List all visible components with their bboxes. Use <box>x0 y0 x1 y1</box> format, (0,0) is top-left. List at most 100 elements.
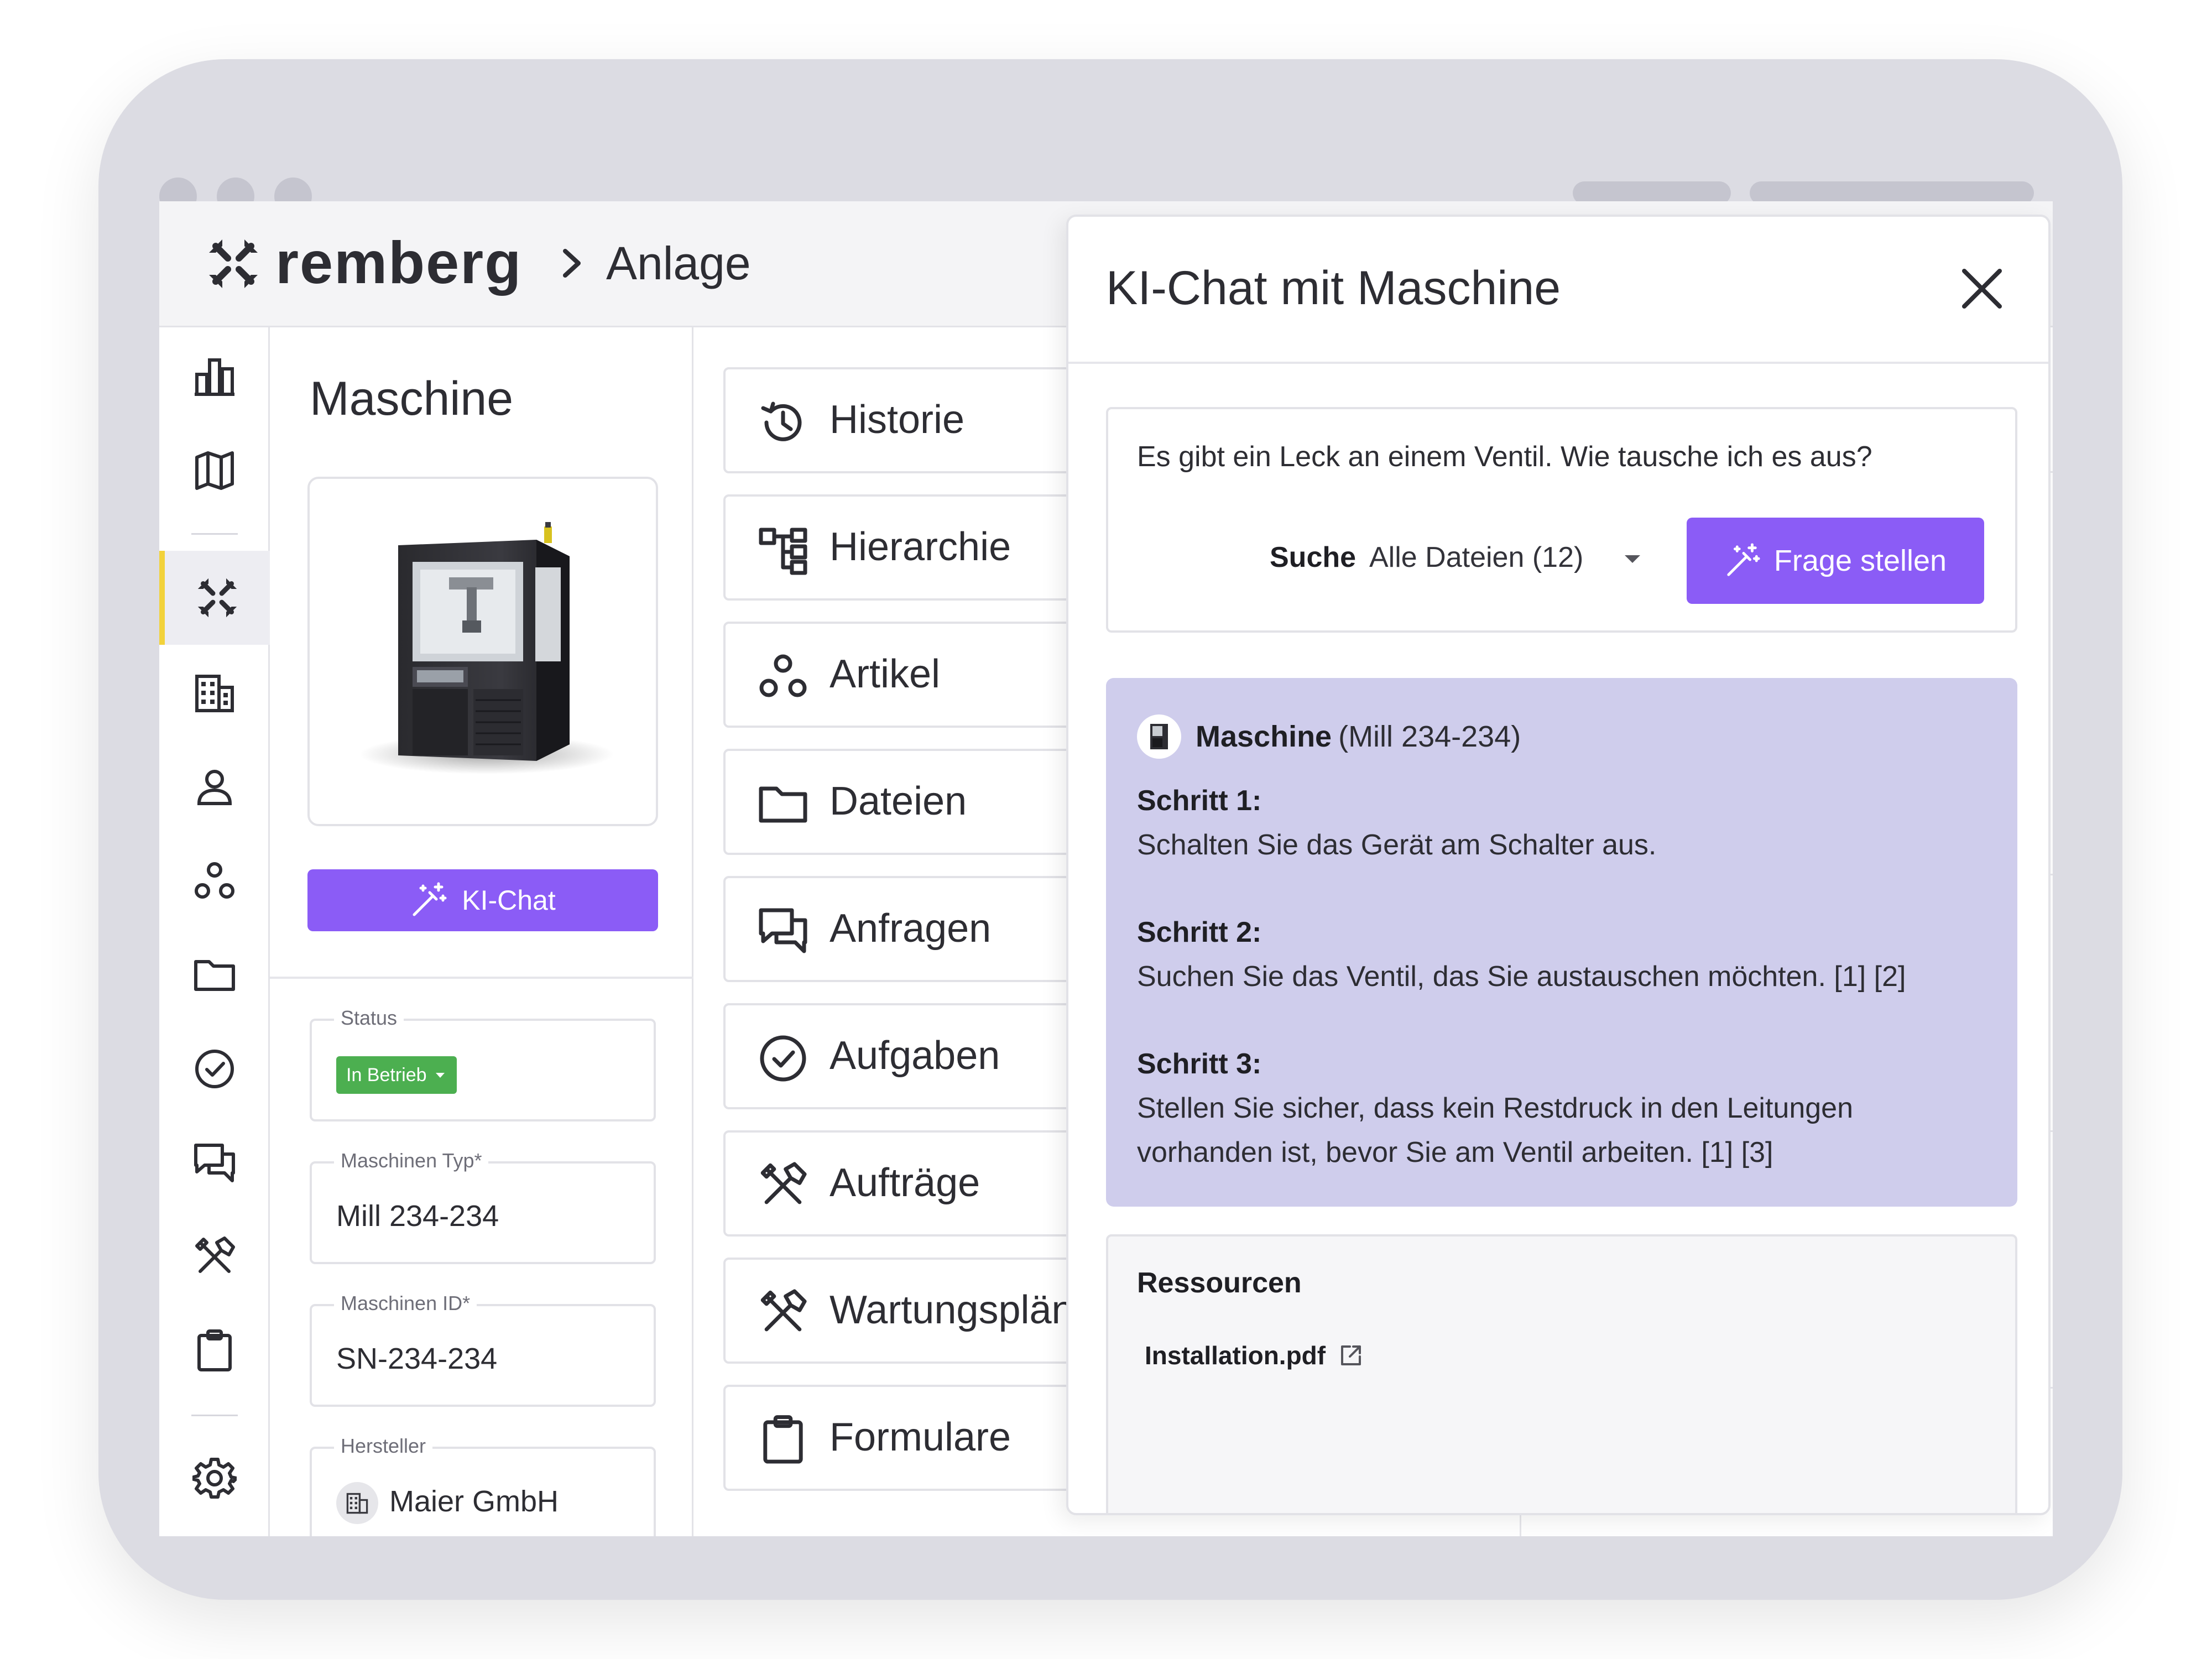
gear-icon <box>192 1458 237 1499</box>
breadcrumb-current[interactable]: Anlage <box>606 237 751 290</box>
tab-formulare-label: Formulare <box>830 1415 1011 1459</box>
step-text: Stellen Sie sicher, dass kein Restdruck … <box>1137 1092 1853 1168</box>
sidebar-item-settings[interactable] <box>159 1431 270 1525</box>
magic-wand-icon <box>1727 543 1760 576</box>
machine-title: Maschine <box>310 372 514 425</box>
tab-aufgaben-label: Aufgaben <box>830 1034 1000 1078</box>
magic-wand-icon <box>413 882 447 916</box>
sidebar-item-organizations[interactable] <box>159 646 270 740</box>
ki-chat-button[interactable]: KI-Chat <box>307 869 658 931</box>
chat-icon <box>194 1144 235 1182</box>
external-link-icon <box>1341 1345 1361 1365</box>
machine-id-value: SN-234-234 <box>336 1342 498 1375</box>
machine-id-field[interactable]: Maschinen ID* SN-234-234 <box>310 1292 656 1407</box>
sidebar-item-parts[interactable] <box>159 834 270 928</box>
check-circle-icon <box>760 1035 806 1082</box>
manufacturer-field[interactable]: Hersteller Maier GmbH <box>310 1434 656 1536</box>
chat-icon <box>759 908 807 953</box>
ai-answer: Maschine (Mill 234-234) Schritt 1: Schal… <box>1106 678 2017 1207</box>
tab-historie-label: Historie <box>830 398 965 442</box>
building-icon <box>336 1482 378 1524</box>
tools-icon <box>195 1237 235 1273</box>
ask-question-button[interactable]: Frage stellen <box>1687 518 1984 604</box>
status-field: Status In Betrieb <box>310 1006 656 1121</box>
tab-dateien-label: Dateien <box>830 779 967 823</box>
status-value: In Betrieb <box>346 1064 427 1086</box>
step-title: Schritt 3: <box>1137 1048 1262 1080</box>
machine-panel: Maschine KI-Chat Status In Betrieb Masch… <box>270 327 693 1536</box>
step-text: Suchen Sie das Ventil, das Sie austausch… <box>1137 961 1906 993</box>
tools-icon <box>760 1289 807 1332</box>
machine-id-label: Maschinen ID* <box>334 1292 477 1315</box>
folder-icon <box>194 960 235 991</box>
status-label: Status <box>334 1006 404 1030</box>
question-text: Es gibt ein Leck an einem Ventil. Wie ta… <box>1137 441 1872 473</box>
parts-icon <box>759 654 807 697</box>
remberg-logo-icon[interactable] <box>206 236 261 291</box>
question-input[interactable]: Es gibt ein Leck an einem Ventil. Wie ta… <box>1106 407 2017 633</box>
sidebar-item-map[interactable] <box>159 424 270 518</box>
sidebar-item-files[interactable] <box>159 928 270 1022</box>
sidebar-divider <box>191 1415 238 1416</box>
chevron-right-icon <box>559 247 585 280</box>
resource-file-name: Installation.pdf <box>1145 1341 1326 1370</box>
ki-chat-button-label: KI-Chat <box>462 885 556 916</box>
resource-link[interactable]: Installation.pdf <box>1145 1340 1364 1370</box>
search-scope-select[interactable]: Alle Dateien (12) <box>1369 541 1583 574</box>
ask-question-button-label: Frage stellen <box>1773 544 1947 577</box>
sidebar-item-work-orders[interactable] <box>159 1210 270 1304</box>
building-icon <box>195 675 234 712</box>
bar-chart-icon <box>195 358 234 396</box>
caret-down-icon <box>435 1073 445 1078</box>
sidebar-item-requests[interactable] <box>159 1116 270 1210</box>
step-title: Schritt 2: <box>1137 916 1262 948</box>
tools-icon <box>760 1162 807 1204</box>
parts-icon <box>195 862 234 899</box>
icon-sidebar <box>159 327 270 1536</box>
machine-type-field[interactable]: Maschinen Typ* Mill 234-234 <box>310 1149 656 1264</box>
answer-header: Maschine (Mill 234-234) <box>1137 714 1521 759</box>
close-icon[interactable] <box>1959 265 2005 312</box>
sidebar-item-contacts[interactable] <box>159 740 270 834</box>
sidebar-divider <box>191 533 238 535</box>
remberg-x-icon <box>197 578 237 618</box>
status-dropdown[interactable]: In Betrieb <box>336 1056 457 1094</box>
person-icon <box>197 770 232 805</box>
resources-section: Ressourcen Installation.pdf <box>1106 1234 2017 1513</box>
ki-chat-dialog: KI-Chat mit Maschine Es gibt ein Leck an… <box>1066 215 2051 1515</box>
dialog-divider <box>1068 362 2048 364</box>
sidebar-item-dashboard[interactable] <box>159 330 270 424</box>
folder-icon <box>759 786 807 823</box>
panel-divider <box>270 977 693 979</box>
machine-type-label: Maschinen Typ* <box>334 1149 489 1172</box>
search-scope-label: Suche <box>1270 541 1357 573</box>
caret-down-icon[interactable] <box>1623 553 1642 564</box>
tab-anfragen-label: Anfragen <box>830 906 992 951</box>
dialog-title: KI-Chat mit Maschine <box>1106 262 1561 315</box>
brand-name[interactable]: remberg <box>275 228 522 297</box>
manufacturer-value: Maier GmbH <box>389 1485 559 1518</box>
sidebar-item-forms[interactable] <box>159 1304 270 1398</box>
hierarchy-icon <box>759 528 807 575</box>
clipboard-icon <box>197 1329 232 1371</box>
answer-machine-model: (Mill 234-234) <box>1338 720 1521 753</box>
resources-title: Ressourcen <box>1137 1267 1302 1299</box>
app-window: remberg Anlage 9 <box>159 201 2053 1536</box>
history-icon <box>761 401 802 441</box>
tab-hierarchie-label: Hierarchie <box>830 525 1011 569</box>
sidebar-item-assets[interactable] <box>159 551 270 645</box>
map-icon <box>195 451 234 490</box>
tab-auftraege-label: Aufträge <box>830 1161 980 1205</box>
tab-wartungsplaene-label: Wartungspläne <box>830 1288 1096 1332</box>
machine-avatar <box>1137 714 1181 759</box>
sidebar-item-tasks[interactable] <box>159 1022 270 1116</box>
machine-image[interactable] <box>307 477 658 826</box>
clipboard-icon <box>763 1415 803 1464</box>
step-text: Schalten Sie das Gerät am Schalter aus. <box>1137 829 1657 861</box>
answer-machine-name: Maschine <box>1196 720 1332 753</box>
check-circle-icon <box>195 1050 234 1088</box>
machine-type-value: Mill 234-234 <box>336 1199 499 1233</box>
manufacturer-label: Hersteller <box>334 1434 433 1458</box>
step-title: Schritt 1: <box>1137 785 1262 817</box>
tab-artikel-label: Artikel <box>830 652 941 696</box>
